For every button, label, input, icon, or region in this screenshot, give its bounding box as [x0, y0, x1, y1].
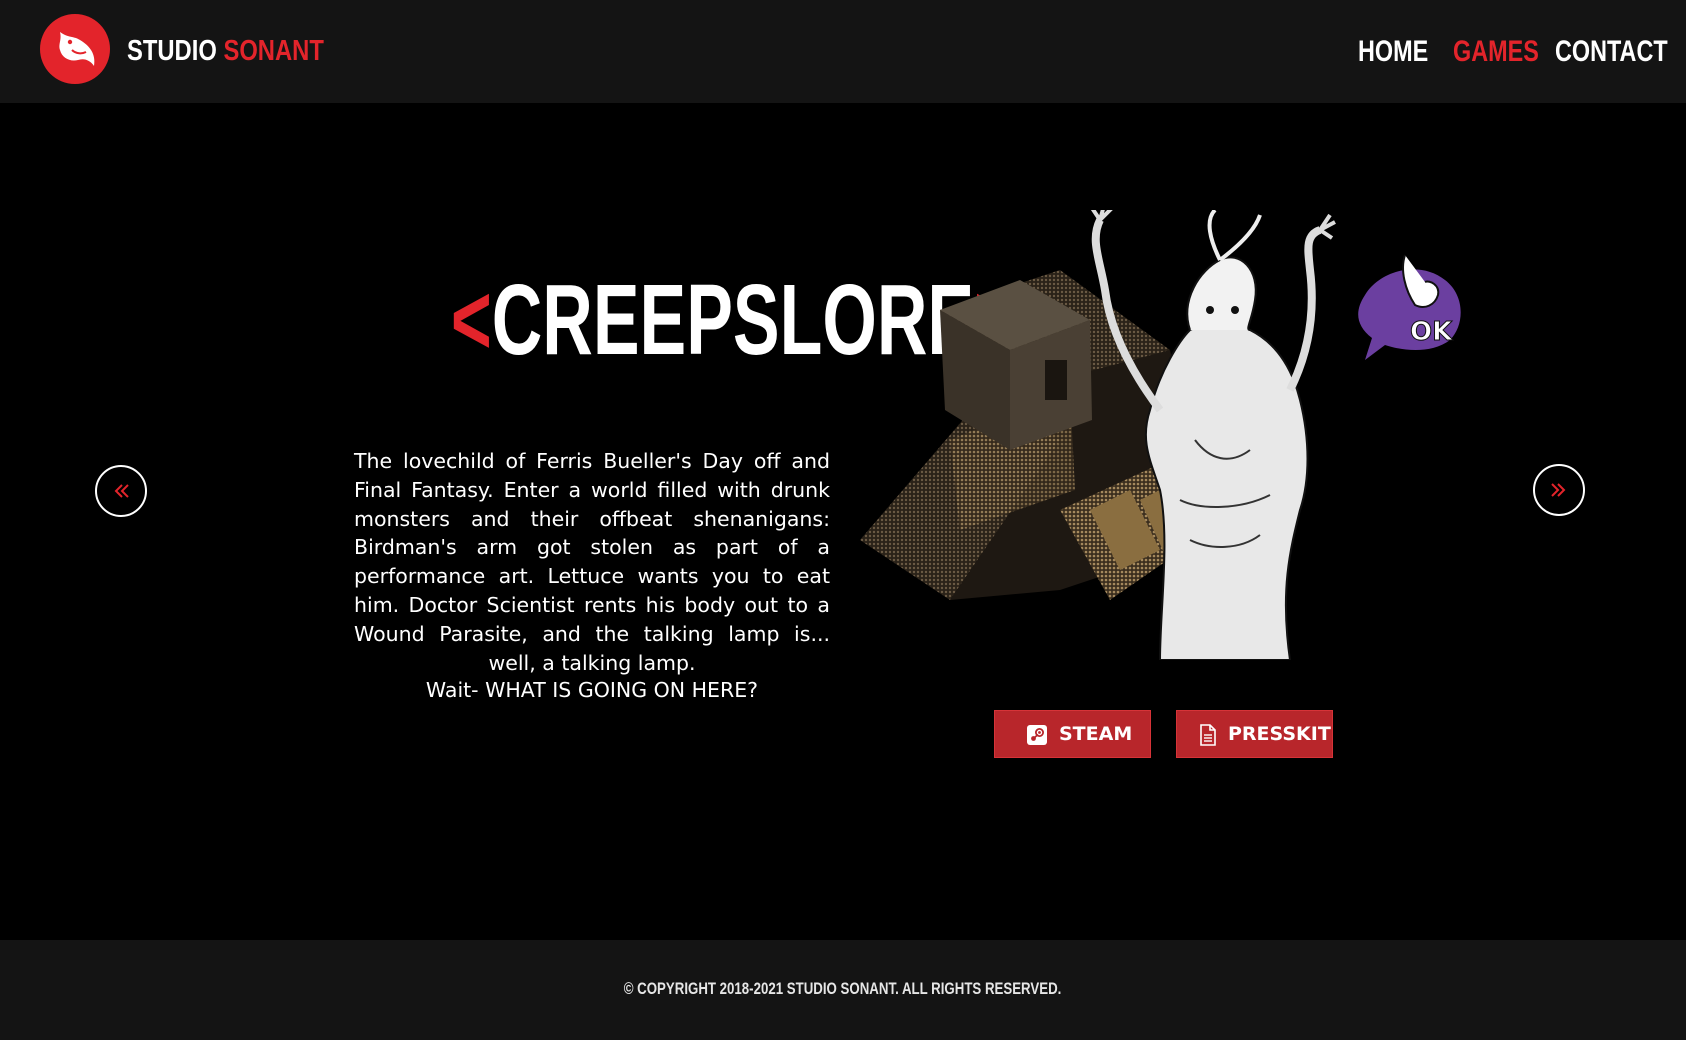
game-artwork: OK: [860, 210, 1461, 660]
site-header: STUDIO SONANT HOME GAMES CONTACT: [0, 0, 1686, 103]
carousel-prev-button[interactable]: [95, 465, 147, 517]
carousel-next-button[interactable]: [1533, 464, 1585, 516]
double-chevron-right-icon: [1551, 483, 1566, 497]
logo[interactable]: [40, 14, 110, 84]
bird-icon: [59, 32, 95, 66]
presskit-button-label: PRESSKIT: [1228, 723, 1331, 745]
steam-button[interactable]: STEAM: [994, 710, 1151, 758]
nav-home[interactable]: HOME: [1358, 32, 1428, 72]
game-description: The lovechild of Ferris Bueller's Day of…: [354, 449, 830, 675]
double-chevron-left-icon: [114, 484, 129, 498]
nav-games[interactable]: GAMES: [1453, 32, 1539, 72]
brand-name[interactable]: STUDIO SONANT: [127, 31, 324, 71]
presskit-button[interactable]: PRESSKIT: [1176, 710, 1333, 758]
steam-button-label: STEAM: [1059, 723, 1133, 745]
game-tagline: Wait- WHAT IS GOING ON HERE?: [425, 678, 759, 702]
game-title: <CREEPSLORE>: [330, 270, 1015, 370]
copyright-label: © COPYRIGHT 2018-2021 STUDIO SONANT. ALL…: [624, 979, 1062, 998]
copyright-text: © COPYRIGHT 2018-2021 STUDIO SONANT. ALL…: [0, 977, 1686, 1001]
ok-badge: OK: [1358, 254, 1461, 360]
document-icon: [1200, 724, 1216, 746]
badge-text: OK: [1410, 317, 1453, 347]
steam-icon: [1027, 725, 1047, 745]
brand-second: SONANT: [223, 35, 324, 67]
brand-first: STUDIO: [127, 35, 217, 67]
nav-contact[interactable]: CONTACT: [1555, 32, 1668, 72]
title-open-bracket: <: [450, 264, 492, 376]
